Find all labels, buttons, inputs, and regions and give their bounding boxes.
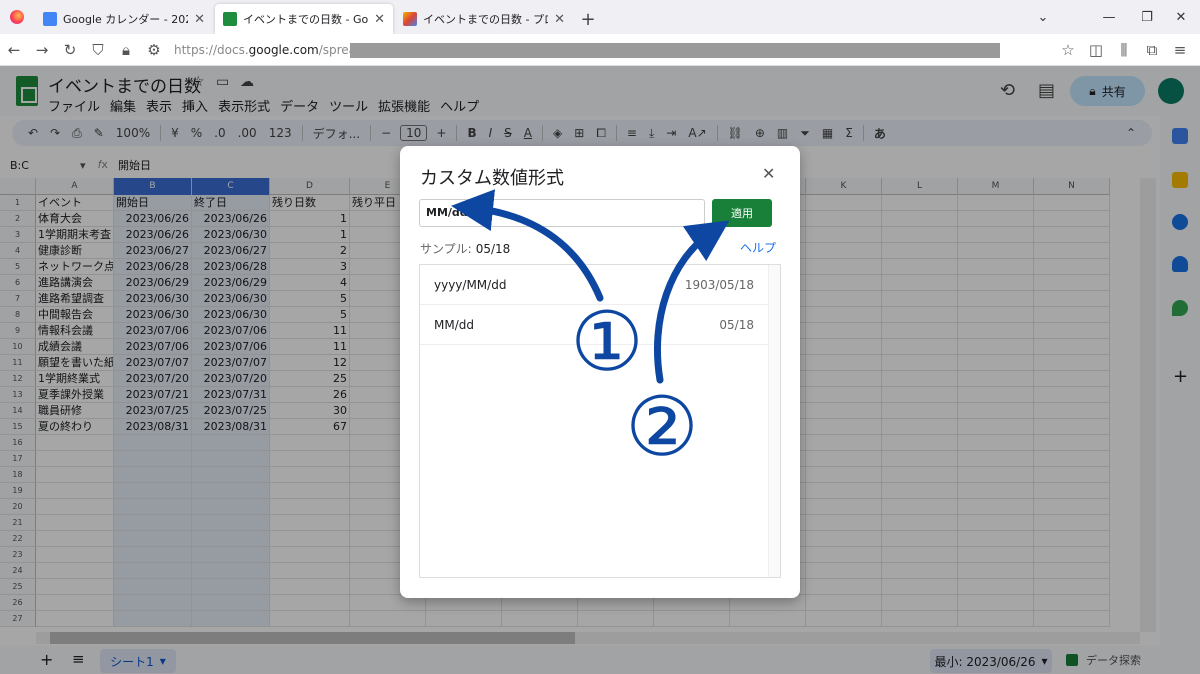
url-redaction — [350, 43, 1000, 58]
browser-nav-bar: ← → ↻ ⛉ 🔒︎ ⚙ https://docs.google.com/spr… — [0, 34, 1200, 66]
bookmark-star-icon[interactable]: ☆ — [1054, 41, 1082, 59]
firefox-menu-icon[interactable] — [0, 0, 34, 34]
project-icon — [403, 12, 417, 26]
help-link[interactable]: ヘルプ — [740, 239, 776, 256]
pocket-icon[interactable]: ◫ — [1082, 41, 1110, 59]
reload-icon[interactable]: ↻ — [56, 41, 84, 59]
tab-sheets[interactable]: イベントまでの日数 - Google スプレ ✕ — [215, 4, 393, 34]
custom-number-format-dialog: カスタム数値形式 ✕ MM/dd 適用 サンプル: 05/18 ヘルプ yyyy/… — [400, 146, 800, 598]
dialog-title: カスタム数値形式 — [420, 168, 564, 189]
format-input[interactable]: MM/dd — [419, 199, 705, 227]
tab-project[interactable]: イベントまでの日数 - プロジェクト編 ✕ — [395, 4, 573, 34]
format-list: yyyy/MM/dd 1903/05/18 MM/dd 05/18 — [419, 264, 781, 578]
shield-icon[interactable]: ⛉ — [84, 41, 112, 59]
new-tab-icon[interactable]: + — [574, 4, 602, 34]
sample-preview: サンプル: 05/18 — [420, 240, 510, 257]
format-option[interactable]: yyyy/MM/dd 1903/05/18 — [420, 265, 768, 305]
menu-icon[interactable]: ≡ — [1166, 41, 1194, 59]
tab-label: イベントまでの日数 - プロジェクト編 — [423, 13, 548, 26]
format-option[interactable]: MM/dd 05/18 — [420, 305, 768, 345]
url-prefix: https://docs. — [174, 42, 249, 57]
format-pattern: yyyy/MM/dd — [434, 277, 507, 292]
forward-icon[interactable]: → — [28, 41, 56, 59]
lock-icon[interactable]: 🔒︎ — [112, 41, 140, 59]
apply-button[interactable]: 適用 — [712, 199, 772, 227]
library-icon[interactable]: ⫼ — [1110, 41, 1138, 59]
extensions-icon[interactable]: ⧉ — [1138, 41, 1166, 59]
tab-label: Google カレンダー - 2023年 5月 2 — [63, 13, 188, 26]
tab-calendar[interactable]: Google カレンダー - 2023年 5月 2 ✕ — [35, 4, 213, 34]
close-window-icon[interactable]: ✕ — [1158, 0, 1200, 34]
close-tab-icon[interactable]: ✕ — [374, 12, 385, 27]
close-tab-icon[interactable]: ✕ — [554, 12, 565, 27]
chevron-down-icon[interactable]: ⌄ — [1020, 0, 1066, 34]
sample-value: 05/18 — [475, 242, 511, 256]
close-icon[interactable]: ✕ — [762, 164, 775, 183]
format-list-scrollbar[interactable] — [768, 265, 780, 577]
url-domain: google.com — [248, 42, 319, 57]
format-pattern: MM/dd — [434, 317, 474, 332]
tab-label: イベントまでの日数 - Google スプレ — [243, 13, 369, 26]
format-example: 05/18 — [719, 317, 754, 332]
sample-label: サンプル: — [420, 242, 472, 256]
close-tab-icon[interactable]: ✕ — [194, 12, 205, 27]
back-icon[interactable]: ← — [0, 41, 28, 59]
format-example: 1903/05/18 — [684, 277, 754, 292]
permissions-icon[interactable]: ⚙ — [140, 41, 168, 59]
sheets-icon — [223, 12, 237, 26]
calendar-icon — [43, 12, 57, 26]
